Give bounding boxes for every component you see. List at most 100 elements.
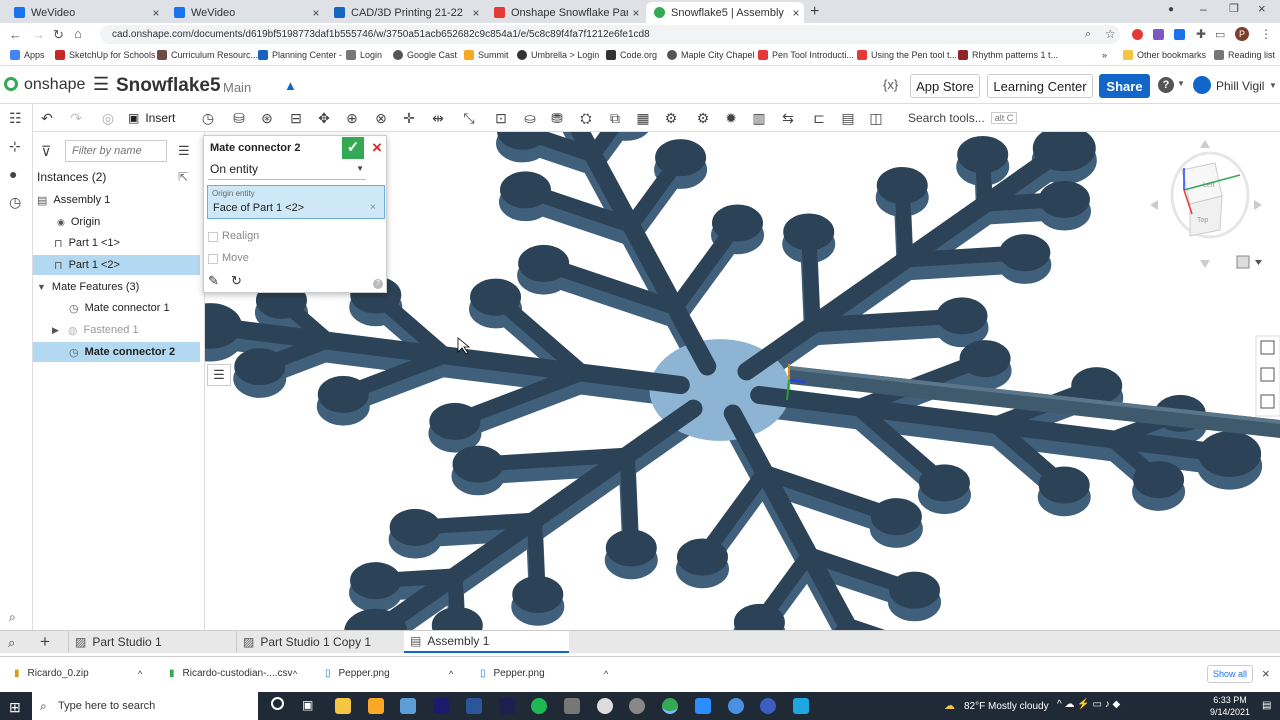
search-tools-field[interactable]: Search tools... alt C — [900, 108, 1022, 128]
bookmark-summit[interactable]: Summit — [464, 50, 509, 60]
pattern-icon[interactable]: ⛃ — [548, 109, 566, 127]
rotate-icon[interactable]: ↻ — [231, 273, 242, 289]
replicate-icon[interactable]: ⛀ — [521, 109, 539, 127]
add-tab-icon[interactable]: + — [40, 632, 50, 652]
close-tab-icon[interactable]: × — [788, 6, 804, 20]
instances-options-icon[interactable]: ⇱ — [178, 170, 188, 184]
reload-icon[interactable]: ↻ — [53, 27, 64, 43]
tangent-mate-icon[interactable]: ⤡ — [460, 109, 478, 127]
rack-relation-icon[interactable]: ⧉ — [606, 109, 624, 127]
browser-tab-1[interactable]: WeVideo × — [6, 2, 164, 23]
browser-tab-5[interactable]: Snowflake5 | Assembly 1 × — [646, 2, 804, 23]
hamburger-menu-icon[interactable]: ☰ — [93, 74, 109, 95]
onshape-logo-icon[interactable] — [4, 77, 18, 91]
weather-text[interactable]: 82°F Mostly cloudy — [964, 701, 1049, 712]
undo-icon[interactable]: ↶ — [38, 109, 56, 127]
tab-search-icon[interactable]: ⌕ — [8, 635, 15, 651]
more-bookmarks-icon[interactable]: » — [1102, 50, 1107, 60]
app-icon[interactable] — [760, 698, 776, 714]
close-tab-icon[interactable]: × — [148, 6, 164, 20]
bookmark-rhythm[interactable]: Rhythm patterns 1 t... — [958, 50, 1058, 60]
refresh-icon[interactable]: ◎ — [99, 109, 117, 127]
dialog-help-icon[interactable]: ? — [373, 279, 383, 289]
render-mode-icon[interactable] — [1236, 255, 1262, 269]
file-explorer-icon[interactable] — [335, 698, 351, 714]
tab-assembly-1[interactable]: ▤ Assembly 1 — [404, 631, 569, 653]
extension-icon[interactable] — [1132, 29, 1143, 40]
tab-search-icon[interactable]: ● — [1168, 4, 1174, 15]
search-parts-icon[interactable]: ⌕ — [9, 610, 16, 625]
other-bookmarks[interactable]: Other bookmarks — [1123, 50, 1206, 60]
windows-start-icon[interactable]: ⊞ — [9, 699, 21, 716]
clear-entity-icon[interactable]: × — [370, 202, 376, 213]
insert-button[interactable]: ▣ Insert — [128, 108, 175, 128]
pin-slot-mate-icon[interactable]: ⊗ — [372, 109, 390, 127]
redo-icon[interactable]: ↷ — [67, 109, 85, 127]
cylindrical-mate-icon[interactable]: ⊕ — [343, 109, 361, 127]
close-tab-icon[interactable]: × — [468, 6, 484, 20]
maximize-icon[interactable]: ❐ — [1229, 2, 1239, 15]
help-chevron-down-icon[interactable]: ▼ — [1177, 79, 1185, 88]
notifications-icon[interactable]: ▤ — [1262, 700, 1271, 711]
tab-part-studio-1-copy-1[interactable]: ▨ Part Studio 1 Copy 1 — [236, 631, 401, 653]
close-downloads-icon[interactable]: × — [1262, 666, 1270, 681]
download-item-pepper-2[interactable]: ▯ Pepper.png ^ — [480, 668, 620, 679]
app-icon[interactable] — [597, 698, 613, 714]
tree-item-assembly[interactable]: ▤ Assembly 1 — [33, 190, 200, 210]
history-icon[interactable]: ◷ — [9, 194, 21, 211]
bookmark-pen-tool[interactable]: Pen Tool Introducti... — [758, 50, 854, 60]
bookmark-maple-city[interactable]: Maple City Chapel — [667, 50, 755, 60]
chevron-up-icon[interactable]: ^ — [293, 669, 297, 679]
browser-tab-2[interactable]: WeVideo × — [166, 2, 324, 23]
bookmark-planning[interactable]: Planning Center - — [258, 50, 342, 60]
parallel-mate-icon[interactable]: ⇹ — [429, 109, 447, 127]
zoom-app-icon[interactable] — [695, 698, 711, 714]
app-icon[interactable] — [400, 698, 416, 714]
show-all-button[interactable]: Show all — [1207, 665, 1253, 683]
bookmark-star-icon[interactable]: ☆ — [1105, 27, 1116, 41]
extensions-puzzle-icon[interactable]: ✚ — [1196, 27, 1206, 41]
chevron-up-icon[interactable]: ^ — [138, 669, 142, 679]
filter-icon[interactable]: ⊽ — [41, 143, 51, 160]
chevron-up-icon[interactable]: ^ — [449, 669, 453, 679]
branch-label[interactable]: Main — [223, 80, 251, 95]
tree-icon[interactable]: ⊹ — [9, 138, 21, 155]
close-tab-icon[interactable]: × — [628, 6, 644, 20]
zoom-icon[interactable]: ⌕ — [1085, 28, 1091, 41]
move-checkbox[interactable] — [208, 254, 218, 264]
group-icon[interactable]: ⊡ — [492, 109, 510, 127]
bookmark-umbrella[interactable]: Umbrella > Login — [517, 50, 599, 60]
tab-part-studio-1[interactable]: ▨ Part Studio 1 — [68, 631, 233, 653]
graduation-cap-icon[interactable]: ▲ — [284, 78, 297, 93]
bookmark-sketchup[interactable]: SketchUp for Schools — [55, 50, 156, 60]
close-window-icon[interactable]: × — [1258, 1, 1266, 16]
document-title[interactable]: Snowflake5 — [116, 75, 221, 97]
chrome-icon[interactable] — [662, 698, 678, 714]
help-icon[interactable]: ? — [1158, 77, 1174, 93]
list-view-icon[interactable]: ☰ — [178, 143, 190, 159]
photoshop-icon[interactable] — [433, 698, 449, 714]
view-cube[interactable]: Left Top — [1170, 151, 1250, 239]
tree-item-mate-features[interactable]: ▼ Mate Features (3) — [33, 277, 200, 297]
clock[interactable]: 6:33 PM 9/14/2021 — [1206, 695, 1254, 717]
revolute-mate-icon[interactable]: ⊛ — [258, 109, 276, 127]
cast-icon[interactable]: ▭ — [1215, 28, 1225, 41]
bookmark-code-org[interactable]: Code.org — [606, 50, 657, 60]
weather-icon[interactable]: ☁ — [944, 699, 955, 712]
back-icon[interactable]: ← — [9, 27, 22, 42]
browser-tab-4[interactable]: Onshape Snowflake Part 2 - YouT× — [486, 2, 644, 23]
app-store-button[interactable]: App Store — [910, 74, 980, 98]
app-icon[interactable] — [793, 698, 809, 714]
store-icon[interactable] — [368, 698, 384, 714]
tree-item-mate-connector-1[interactable]: ◷ Mate connector 1 — [33, 298, 200, 318]
url-field[interactable]: cad.onshape.com/documents/d619bf5198773d… — [100, 25, 1120, 44]
close-tab-icon[interactable]: × — [308, 6, 324, 20]
spotify-icon[interactable] — [531, 698, 547, 714]
feature-list-toggle-icon[interactable]: ☰ — [207, 364, 231, 386]
extension-icon[interactable] — [1153, 29, 1164, 40]
settings-gear-icon[interactable]: ⚙ — [694, 109, 712, 127]
download-item-pepper-1[interactable]: ▯ Pepper.png ^ — [325, 668, 465, 679]
tree-item-part-1-1[interactable]: ⊓ Part 1 <1> — [33, 233, 200, 253]
screw-relation-icon[interactable]: ▦ — [634, 109, 652, 127]
after-effects-icon[interactable] — [499, 698, 515, 714]
